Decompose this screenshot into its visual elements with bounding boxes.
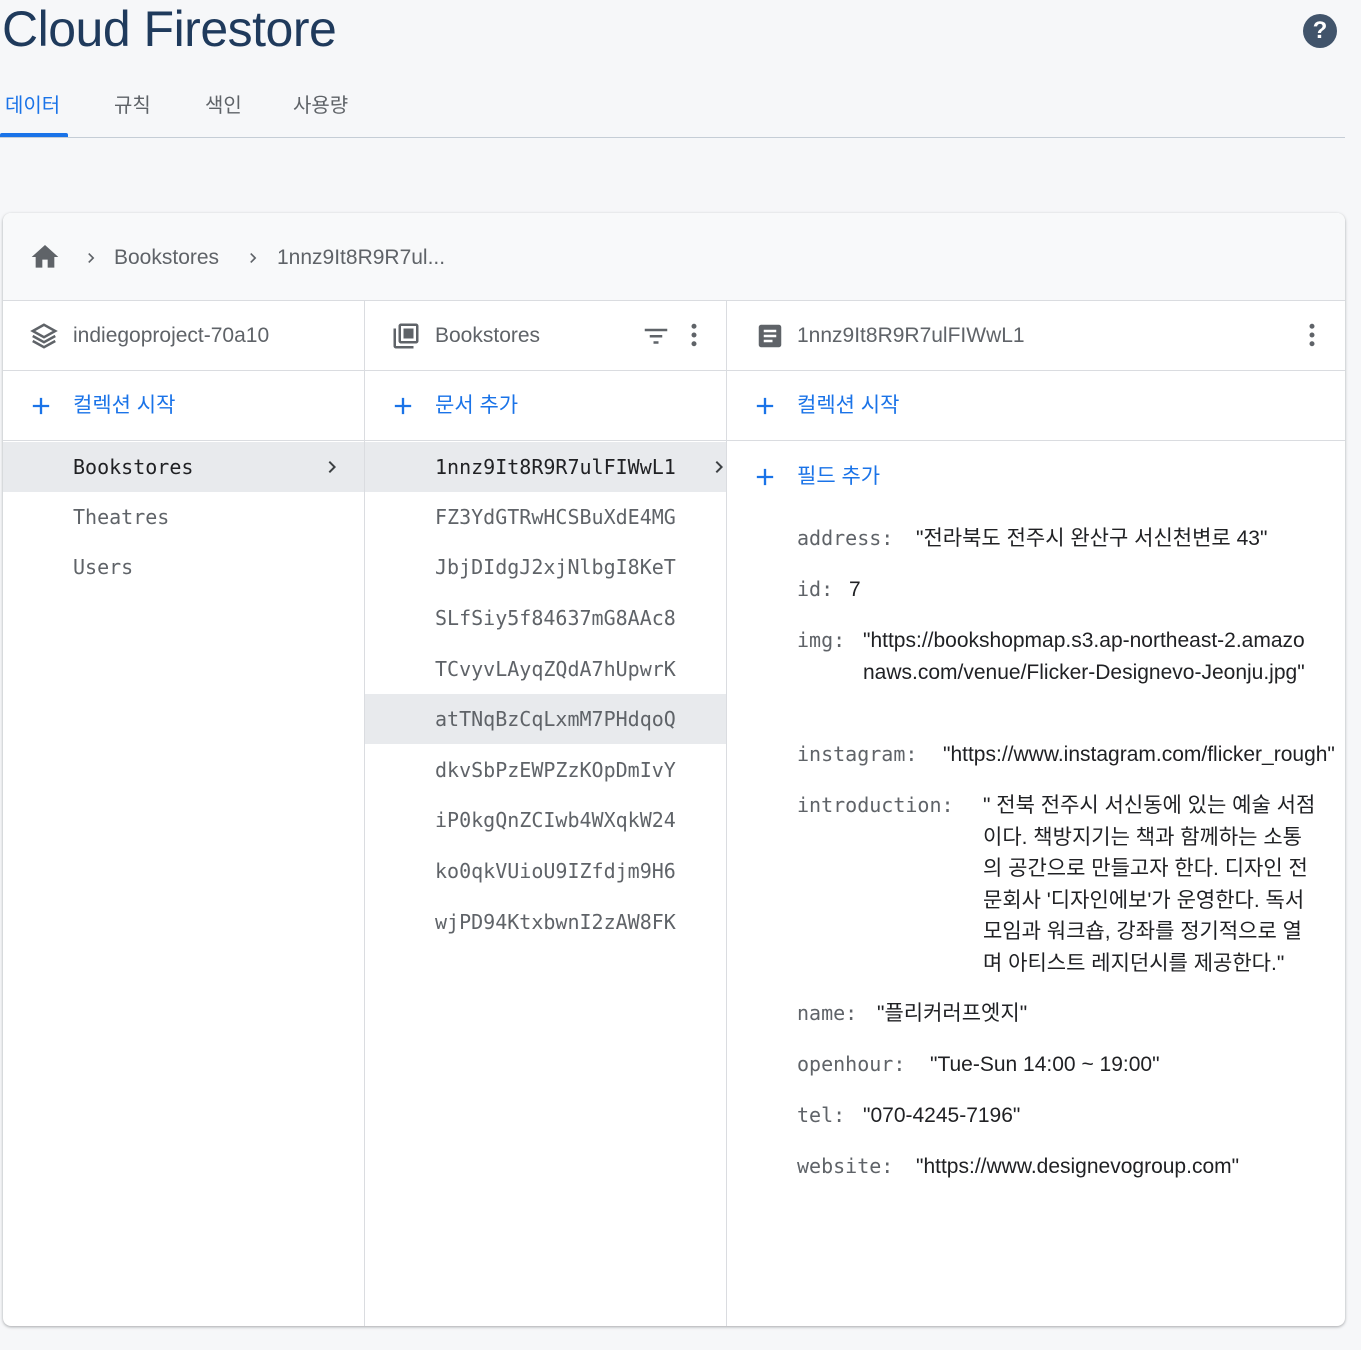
collection-name: Theatres	[73, 505, 170, 529]
field-key: instagram:	[797, 742, 918, 766]
firestore-stack-icon	[30, 323, 58, 349]
list-item[interactable]: Theatres	[3, 492, 364, 542]
field-value: "https://www.designevogroup.com"	[916, 1155, 1240, 1178]
root-column: indiegoproject-70a10 컬렉션 시작 Bookstores T…	[3, 301, 365, 1326]
field-value: "070-4245-7196"	[863, 1104, 1021, 1127]
breadcrumb-item-collection[interactable]: Bookstores	[114, 243, 219, 273]
add-field-label: 필드 추가	[797, 465, 881, 488]
collection-name: Bookstores	[73, 455, 194, 479]
field-key: id:	[797, 577, 834, 601]
field-key: img:	[797, 628, 846, 652]
list-item[interactable]: FZ3YdGTRwHCSBuXdE4MG	[365, 492, 726, 542]
home-icon[interactable]	[29, 241, 61, 273]
field-address[interactable]: address: "전라북도 전주시 완산구 서신천변로 43"	[797, 523, 1327, 555]
field-value: "https://bookshopmap.s3.ap-northeast-2.a…	[863, 629, 1305, 684]
tab-usage[interactable]: 사용량	[293, 86, 348, 138]
tab-rules[interactable]: 규칙	[114, 86, 151, 138]
field-value: "플리커러프엣지"	[877, 1002, 1028, 1025]
tab-indexes[interactable]: 색인	[205, 86, 242, 138]
document-id: atTNqBzCqLxmM7PHdqoQ	[435, 707, 676, 731]
field-key: name:	[797, 1001, 858, 1025]
list-item[interactable]: JbjDIdgJ2xjNlbgI8KeT	[365, 542, 726, 592]
active-tab-indicator	[0, 133, 68, 137]
page-title: Cloud Firestore	[2, 1, 337, 57]
list-item[interactable]: Users	[3, 542, 364, 592]
list-item[interactable]: wjPD94KtxbwnI2zAW8FK	[365, 897, 726, 947]
field-tel[interactable]: tel: "070-4245-7196"	[797, 1100, 1327, 1132]
start-collection-label: 컬렉션 시작	[73, 394, 176, 417]
plus-icon	[756, 397, 774, 415]
document-id: iP0kgQnZCIwb4WXqkW24	[435, 808, 676, 832]
collection-title: Bookstores	[435, 324, 541, 347]
chevron-right-icon	[88, 253, 95, 263]
plus-icon	[394, 397, 412, 415]
document-id: wjPD94KtxbwnI2zAW8FK	[435, 910, 676, 934]
project-name: indiegoproject-70a10	[73, 324, 270, 347]
add-field-button[interactable]: 필드 추가	[727, 442, 1345, 512]
list-item[interactable]: ko0qkVUioU9IZfdjm9H6	[365, 846, 726, 896]
add-document-label: 문서 추가	[435, 394, 519, 417]
document-id: JbjDIdgJ2xjNlbgI8KeT	[435, 555, 676, 579]
document-id: SLfSiy5f84637mG8AAc8	[435, 606, 676, 630]
breadcrumb-item-document[interactable]: 1nnz9It8R9R7ul...	[277, 243, 445, 273]
help-icon[interactable]: ?	[1303, 14, 1337, 48]
list-item[interactable]: Bookstores	[3, 442, 364, 492]
field-id[interactable]: id: 7	[797, 574, 1327, 606]
root-column-header: indiegoproject-70a10	[3, 301, 364, 371]
field-instagram[interactable]: instagram: "https://www.instagram.com/fl…	[797, 739, 1345, 771]
firestore-console: Cloud Firestore ? 데이터 규칙 색인 사용량 Bookstor…	[0, 0, 1361, 1350]
document-id: TCvyvLAyqZQdA7hUpwrK	[435, 657, 676, 681]
plus-icon	[32, 397, 50, 415]
field-value: "https://www.instagram.com/flicker_rough…	[943, 743, 1335, 766]
list-item[interactable]: iP0kgQnZCIwb4WXqkW24	[365, 795, 726, 845]
field-value: "전라북도 전주시 완산구 서신천변로 43"	[916, 527, 1268, 550]
document-id: dkvSbPzEWPZzKOpDmIvY	[435, 758, 676, 782]
document-title: 1nnz9It8R9R7ulFIWwL1	[797, 324, 1025, 347]
list-item[interactable]: TCvyvLAyqZQdA7hUpwrK	[365, 644, 726, 694]
document-column-header: 1nnz9It8R9R7ulFIWwL1	[727, 301, 1345, 371]
field-openhour[interactable]: openhour: "Tue-Sun 14:00 ~ 19:00"	[797, 1049, 1327, 1081]
add-document-button[interactable]: 문서 추가	[365, 371, 726, 441]
field-img[interactable]: img: "https://bookshopmap.s3.ap-northeas…	[797, 625, 1327, 721]
chevron-right-icon	[328, 461, 336, 473]
tab-data[interactable]: 데이터	[5, 86, 60, 138]
field-website[interactable]: website: "https://www.designevogroup.com…	[797, 1151, 1327, 1183]
field-value: 7	[849, 578, 861, 601]
filter-icon[interactable]	[641, 319, 671, 351]
chevron-right-icon	[250, 253, 257, 263]
collection-name: Users	[73, 555, 134, 579]
data-panel: Bookstores 1nnz9It8R9R7ul... indiegoproj…	[3, 213, 1345, 1326]
start-subcollection-label: 컬렉션 시작	[797, 394, 900, 417]
document-icon	[758, 324, 782, 348]
field-key: website:	[797, 1154, 894, 1178]
list-item[interactable]: atTNqBzCqLxmM7PHdqoQ	[365, 694, 726, 744]
document-id: 1nnz9It8R9R7ulFIWwL1	[435, 455, 676, 479]
collection-column: Bookstores 문서 추가 1nnz9It8R9R7ulFIWwL1 FZ…	[365, 301, 727, 1326]
more-vert-icon[interactable]	[1297, 319, 1327, 351]
document-id: FZ3YdGTRwHCSBuXdE4MG	[435, 505, 676, 529]
tab-bar: 데이터 규칙 색인 사용량	[0, 86, 1345, 138]
list-item[interactable]: SLfSiy5f84637mG8AAc8	[365, 593, 726, 643]
field-key: openhour:	[797, 1052, 906, 1076]
collection-icon	[393, 323, 419, 349]
start-subcollection-button[interactable]: 컬렉션 시작	[727, 371, 1345, 441]
field-key: introduction:	[797, 793, 954, 817]
document-column: 1nnz9It8R9R7ulFIWwL1 컬렉션 시작 필드 추가 addres…	[727, 301, 1345, 1326]
collection-column-header: Bookstores	[365, 301, 726, 371]
start-collection-button[interactable]: 컬렉션 시작	[3, 371, 364, 441]
field-introduction[interactable]: introduction: " 전북 전주시 서신동에 있는 예술 서점이다. …	[797, 790, 1327, 980]
field-key: address:	[797, 526, 894, 550]
field-value: " 전북 전주시 서신동에 있는 예술 서점이다. 책방지기는 책과 함께하는 …	[983, 794, 1316, 975]
field-key: tel:	[797, 1103, 846, 1127]
list-item[interactable]: dkvSbPzEWPZzKOpDmIvY	[365, 745, 726, 795]
breadcrumb: Bookstores 1nnz9It8R9R7ul...	[3, 213, 1345, 301]
list-item[interactable]: 1nnz9It8R9R7ulFIWwL1	[365, 442, 726, 492]
plus-icon	[756, 468, 774, 486]
field-value: "Tue-Sun 14:00 ~ 19:00"	[930, 1053, 1160, 1076]
document-id: ko0qkVUioU9IZfdjm9H6	[435, 859, 676, 883]
more-vert-icon[interactable]	[679, 319, 709, 351]
field-name[interactable]: name: "플리커러프엣지"	[797, 998, 1327, 1030]
